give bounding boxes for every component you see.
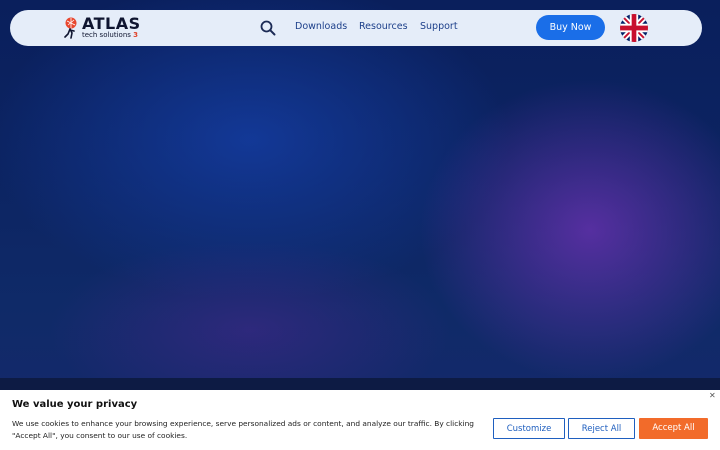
accept-all-button[interactable]: Accept All: [639, 418, 708, 439]
nav-link-downloads[interactable]: Downloads: [295, 21, 347, 32]
atlas-logo[interactable]: ATLAS tech solutions 3: [64, 14, 154, 42]
navbar: ATLAS tech solutions 3 Downloads Resourc…: [10, 10, 702, 46]
logo-mark-icon: [64, 17, 77, 39]
logo-tagline: tech solutions 3: [82, 31, 138, 39]
cookie-description: We use cookies to enhance your browsing …: [12, 419, 475, 440]
uk-flag-icon: [620, 14, 648, 42]
logo-tagline-suffix: 3: [133, 31, 139, 39]
cookie-title: We value your privacy: [12, 399, 138, 410]
reject-all-button[interactable]: Reject All: [568, 418, 635, 439]
cookie-banner: ✕ We value your privacy We use cookies t…: [0, 390, 720, 450]
hero-background: [0, 0, 720, 382]
nav-link-support[interactable]: Support: [420, 21, 458, 32]
customize-button[interactable]: Customize: [493, 418, 565, 439]
search-icon: [260, 20, 276, 36]
language-selector[interactable]: [620, 14, 648, 42]
buy-now-button[interactable]: Buy Now: [536, 15, 605, 40]
close-icon[interactable]: ✕: [709, 391, 716, 401]
nav-link-resources[interactable]: Resources: [359, 21, 408, 32]
logo-tagline-text: tech solutions: [82, 31, 131, 39]
search-button[interactable]: [259, 19, 277, 37]
page: ATLAS tech solutions 3 Downloads Resourc…: [0, 0, 720, 450]
